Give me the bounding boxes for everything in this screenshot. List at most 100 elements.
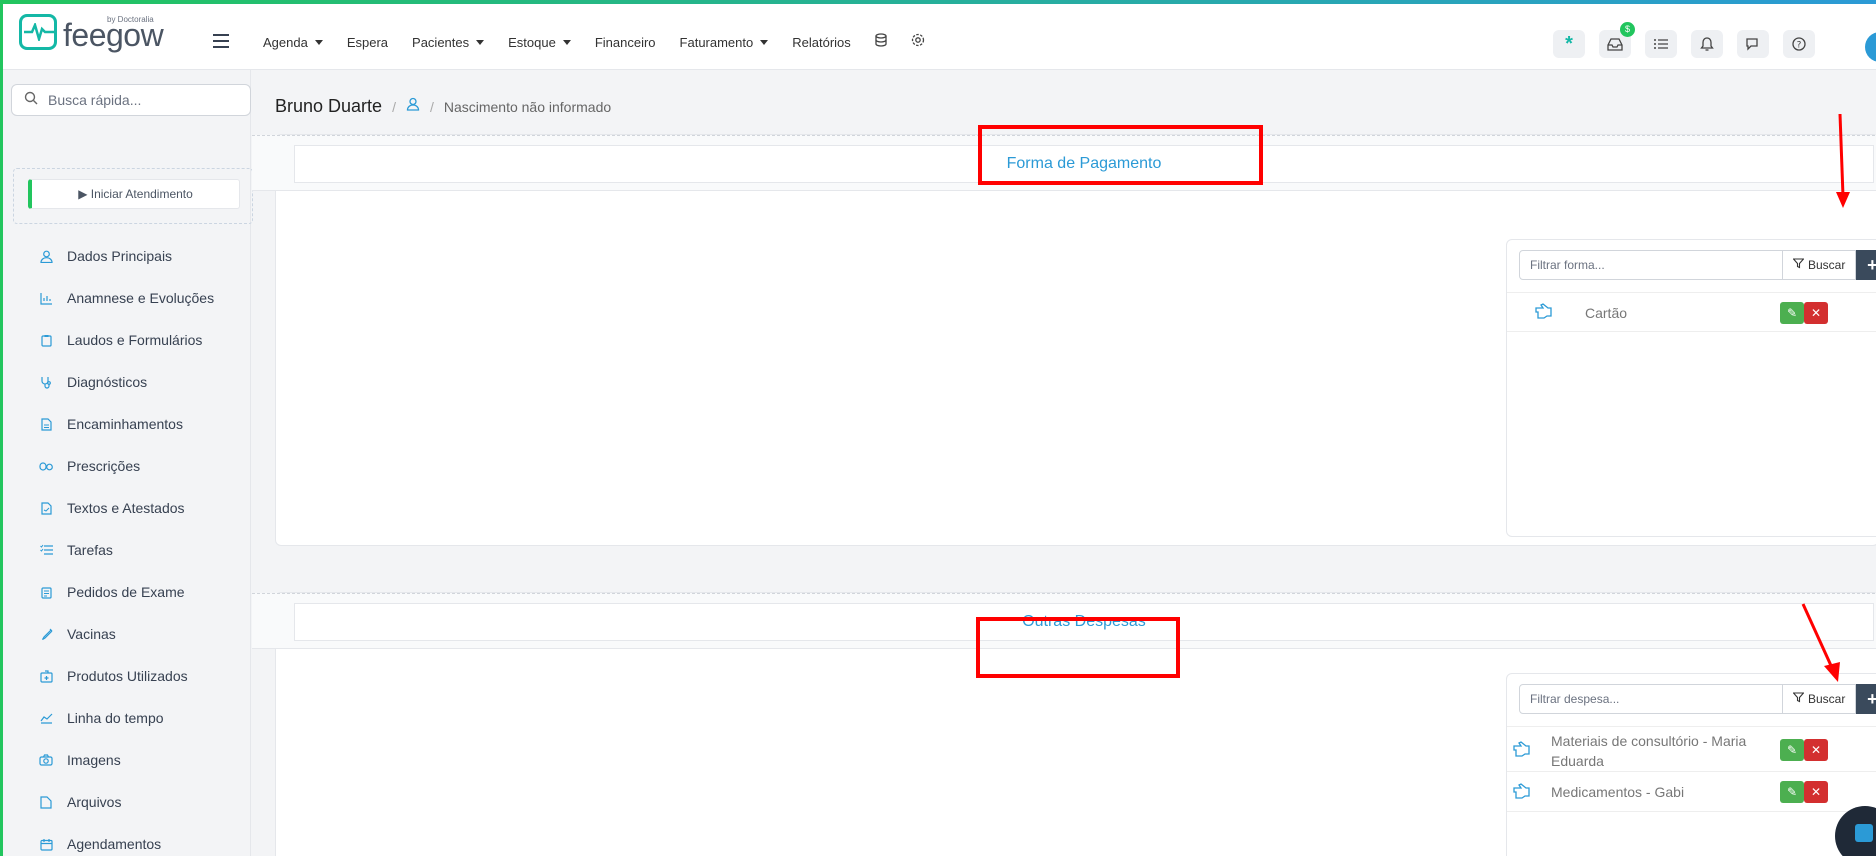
sidebar-item-encaminhamentos[interactable]: Encaminhamentos — [39, 403, 214, 445]
caret-down-icon — [476, 40, 485, 45]
document-icon — [39, 417, 53, 431]
nav-label: Agenda — [263, 35, 308, 50]
database-icon[interactable] — [875, 33, 887, 52]
logo-mark-icon — [19, 14, 57, 50]
sidebar-item-agendamentos[interactable]: Agendamentos — [39, 823, 214, 856]
annotation-arrows — [1801, 113, 1850, 682]
search-button-label: Buscar — [1808, 692, 1846, 706]
breadcrumb-separator: / — [392, 98, 396, 115]
edit-icon[interactable]: ✎ — [1780, 781, 1804, 803]
expenses-list-card: Buscar + Materiais de consultório - Mari… — [1506, 673, 1876, 856]
main-nav: Agenda Espera Pacientes Estoque Financei… — [263, 33, 949, 52]
quick-search[interactable] — [11, 84, 251, 116]
nav-pacientes[interactable]: Pacientes — [412, 33, 485, 52]
delete-icon[interactable]: ✕ — [1804, 739, 1828, 761]
sidebar-item-produtos-utilizados[interactable]: Produtos Utilizados — [39, 655, 214, 697]
hand-pointer-icon[interactable] — [1513, 741, 1531, 762]
start-attendance-wrap: ▶ Iniciar Atendimento — [13, 168, 253, 224]
settings-gear-icon[interactable] — [911, 33, 925, 52]
sidebar-item-label: Agendamentos — [67, 836, 162, 852]
birth-info: Nascimento não informado — [443, 98, 612, 115]
nav-financeiro[interactable]: Financeiro — [595, 33, 656, 52]
nav-label: Financeiro — [594, 35, 656, 50]
sidebar-item-dados-principais[interactable]: Dados Principais — [39, 235, 214, 277]
sidebar-item-label: Prescrições — [67, 458, 141, 474]
user-avatar[interactable] — [1865, 32, 1876, 62]
file-text-icon — [39, 501, 53, 515]
asterisk-icon[interactable]: * — [1553, 30, 1585, 58]
sidebar-item-anamnese-e-evolucoes[interactable]: Anamnese e Evoluções — [39, 277, 214, 319]
menu-toggle-icon[interactable] — [213, 34, 229, 52]
expense-label: Medicamentos - Gabi — [1551, 784, 1685, 800]
widget-icon — [1855, 824, 1873, 842]
sidebar-item-label: Arquivos — [67, 794, 122, 810]
expense-label: Materiais de consultório - Maria Eduarda — [1551, 733, 1747, 769]
sidebar-item-textos-e-atestados[interactable]: Textos e Atestados — [39, 487, 214, 529]
timeline-icon — [39, 711, 53, 725]
sidebar-item-label: Laudos e Formulários — [67, 332, 203, 348]
nav-label: Espera — [346, 35, 389, 50]
search-icon — [24, 91, 38, 110]
sidebar: ▶ Iniciar Atendimento Dados Principais An… — [3, 70, 253, 856]
checklist-icon[interactable] — [1645, 30, 1677, 58]
app-header: feegow by Doctoralia Agenda Espera Pacie… — [3, 4, 1876, 70]
nav-agenda[interactable]: Agenda — [263, 33, 323, 52]
clipboard-icon — [39, 333, 53, 347]
logo-text: feegow — [63, 17, 164, 53]
file-icon — [39, 795, 53, 809]
sidebar-item-linha-do-tempo[interactable]: Linha do tempo — [39, 697, 214, 739]
pills-icon — [39, 459, 53, 473]
expenses-filter-input[interactable] — [1519, 684, 1783, 714]
sidebar-item-label: Tarefas — [67, 542, 113, 558]
sidebar-item-label: Textos e Atestados — [67, 500, 185, 516]
chart-icon — [39, 291, 53, 305]
sidebar-item-tarefas[interactable]: Tarefas — [39, 529, 214, 571]
breadcrumb-separator: / — [429, 98, 434, 115]
filter-icon — [1792, 692, 1805, 706]
annotation-box — [978, 125, 1263, 185]
sidebar-item-label: Encaminhamentos — [67, 416, 183, 432]
nav-espera[interactable]: Espera — [347, 33, 388, 52]
sidebar-item-arquivos[interactable]: Arquivos — [39, 781, 214, 823]
sidebar-item-vacinas[interactable]: Vacinas — [39, 613, 214, 655]
nav-relatorios[interactable]: Relatórios — [792, 33, 851, 52]
sidebar-item-imagens[interactable]: Imagens — [39, 739, 214, 781]
bell-icon[interactable] — [1691, 30, 1723, 58]
hand-pointer-icon[interactable] — [1535, 303, 1553, 324]
nav-estoque[interactable]: Estoque — [508, 33, 571, 52]
main-content: Bruno Duarte / / Nascimento não informad… — [251, 70, 1876, 856]
payment-filter-input[interactable] — [1519, 250, 1783, 280]
sidebar-menu: Dados Principais Anamnese e Evoluções Laud… — [39, 235, 214, 856]
chat-icon[interactable] — [1737, 30, 1769, 58]
nav-label: Pacientes — [412, 35, 470, 50]
box-icon — [39, 669, 53, 683]
start-attendance-button[interactable]: ▶ Iniciar Atendimento — [28, 179, 240, 209]
sidebar-item-label: Pedidos de Exame — [67, 584, 185, 600]
hand-pointer-icon[interactable] — [1513, 783, 1531, 804]
payment-panel: Forma de Pagamento Buscar + Cartão ✎ ✕ — [252, 134, 1876, 546]
user-icon[interactable] — [406, 97, 420, 116]
search-input[interactable] — [48, 92, 228, 108]
edit-icon[interactable]: ✎ — [1780, 739, 1804, 761]
sidebar-item-pedidos-de-exame[interactable]: Pedidos de Exame — [39, 571, 214, 613]
sidebar-item-label: Anamnese e Evoluções — [67, 290, 215, 306]
help-icon[interactable]: ? — [1783, 30, 1815, 58]
delete-icon[interactable]: ✕ — [1804, 781, 1828, 803]
user-icon — [39, 249, 53, 263]
payment-method-label: Cartão — [1585, 305, 1628, 321]
camera-icon — [39, 753, 53, 767]
calendar-icon — [39, 837, 53, 851]
sidebar-item-prescricoes[interactable]: Prescrições — [39, 445, 214, 487]
sidebar-item-label: Dados Principais — [67, 248, 173, 264]
sidebar-item-diagnosticos[interactable]: Diagnósticos — [39, 361, 214, 403]
caret-down-icon — [760, 40, 769, 45]
list-item: Materiais de consultório - Maria Eduarda… — [1507, 726, 1876, 772]
sidebar-item-label: Vacinas — [67, 626, 116, 642]
inbox-icon[interactable]: $ — [1599, 22, 1635, 58]
stethoscope-icon — [39, 375, 53, 389]
sidebar-item-label: Diagnósticos — [67, 374, 148, 390]
patient-name[interactable]: Bruno Duarte — [275, 96, 382, 117]
sidebar-item-laudos-e-formularios[interactable]: Laudos e Formulários — [39, 319, 214, 361]
nav-faturamento[interactable]: Faturamento — [680, 33, 769, 52]
caret-down-icon — [562, 40, 571, 45]
